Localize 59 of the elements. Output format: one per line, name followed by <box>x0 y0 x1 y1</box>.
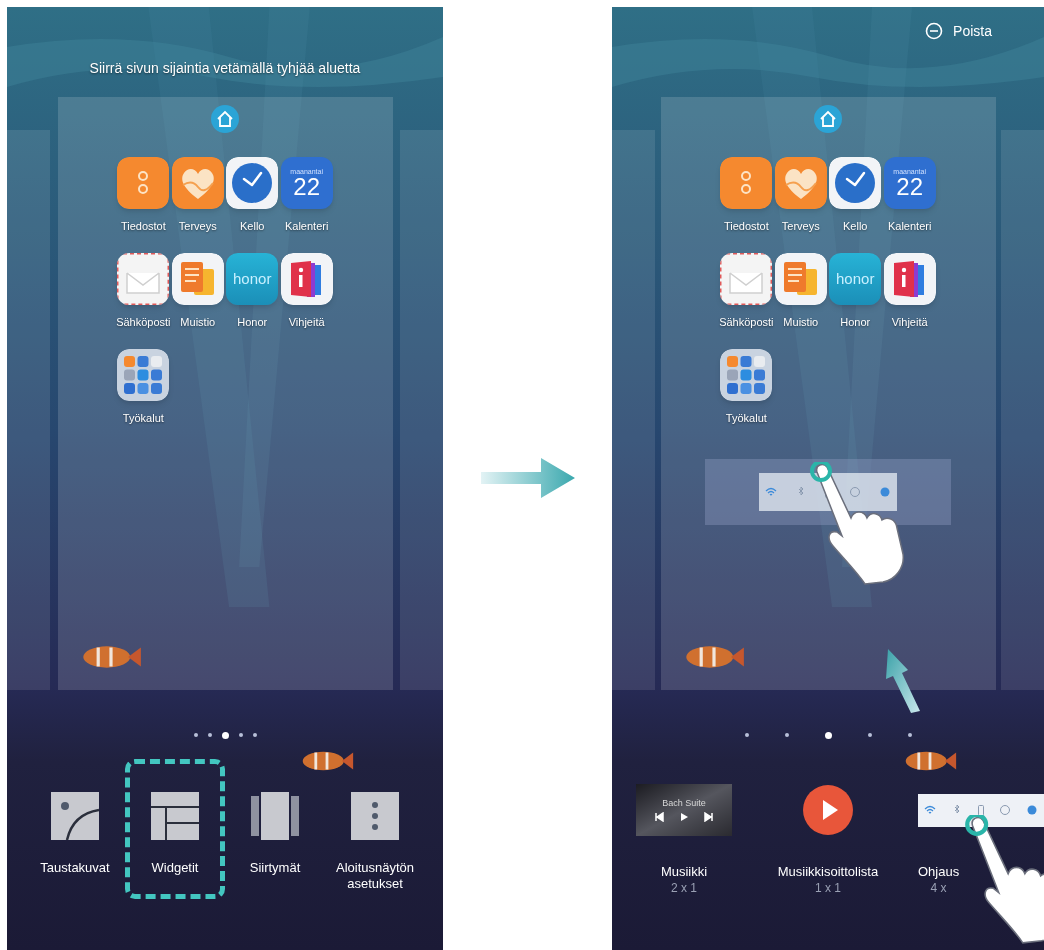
widget-name[interactable]: Musiikki <box>660 863 708 880</box>
pointing-hand-icon <box>964 815 1044 946</box>
edit-menu-item[interactable]: Widgetit <box>125 759 225 899</box>
date-text: 22 <box>896 174 923 199</box>
rotate-icon <box>849 486 861 498</box>
widget-size: 4 x <box>930 880 947 897</box>
brightness-icon <box>1026 804 1038 816</box>
app-label[interactable]: Tiedostot <box>120 217 166 235</box>
home-icon[interactable] <box>211 105 239 133</box>
app-label[interactable]: Honor <box>840 313 871 331</box>
playback-controls-icon <box>654 811 714 822</box>
widget-size: 2 x 1 <box>671 880 697 897</box>
book-icon <box>883 253 936 305</box>
logo-text: honor <box>233 268 272 289</box>
app-label[interactable]: Kello <box>843 217 868 235</box>
app-label[interactable]: Muistio <box>783 313 819 331</box>
hint-text: Siirrä sivun sijaintia vetämällä tyhjää aluetta <box>89 59 361 78</box>
app-label[interactable]: Muistio <box>180 313 216 331</box>
edit-menu-item[interactable]: Taustakuvat <box>25 759 125 899</box>
app-label[interactable]: Kalenteri <box>887 217 932 235</box>
wifi-icon <box>924 804 936 816</box>
edit-menu-item[interactable]: Aloitusnäytön asetukset <box>325 759 425 899</box>
app-label[interactable]: Honor <box>237 313 268 331</box>
app-label[interactable]: Työkalut <box>725 409 767 427</box>
wifi-icon <box>765 486 777 498</box>
app-label[interactable]: Työkalut <box>122 409 164 427</box>
app-label[interactable]: Vihjeitä <box>288 313 325 331</box>
remove-button[interactable]: Poista <box>925 21 992 41</box>
rotate-icon <box>999 804 1011 816</box>
app-label[interactable]: Kello <box>240 217 265 235</box>
image-icon <box>51 792 99 840</box>
layout-icon <box>151 792 199 840</box>
home-icon[interactable] <box>814 105 842 133</box>
brightness-icon <box>879 486 891 498</box>
track-title: Bach Suite <box>662 798 706 808</box>
date-text: 22 <box>293 174 320 199</box>
app-label[interactable]: Sähköposti <box>116 313 171 331</box>
folder-icon <box>720 349 773 401</box>
notes-icon <box>171 253 224 305</box>
edit-menu-item[interactable]: Siirtymät <box>225 759 325 899</box>
app-label[interactable]: Vihjeitä <box>891 313 928 331</box>
minus-circle-icon <box>925 22 944 40</box>
play-icon <box>803 785 853 835</box>
app-label[interactable]: Kalenteri <box>284 217 329 235</box>
logo-text: honor <box>836 268 875 289</box>
notes-icon <box>774 253 827 305</box>
widget-name[interactable]: Ohjaus <box>918 863 960 880</box>
app-label[interactable]: Terveys <box>178 217 217 235</box>
widget-name[interactable]: Musiikkisoittolista <box>777 863 879 880</box>
app-label[interactable]: Tiedostot <box>723 217 769 235</box>
app-label[interactable]: Terveys <box>781 217 820 235</box>
widget-size: 1 x 1 <box>815 880 841 897</box>
book-icon <box>280 253 333 305</box>
more-icon <box>351 792 399 840</box>
pages-icon <box>251 792 299 840</box>
heart-icon <box>774 157 827 209</box>
folder-icon <box>117 349 170 401</box>
app-label[interactable]: Sähköposti <box>719 313 774 331</box>
heart-icon <box>171 157 224 209</box>
